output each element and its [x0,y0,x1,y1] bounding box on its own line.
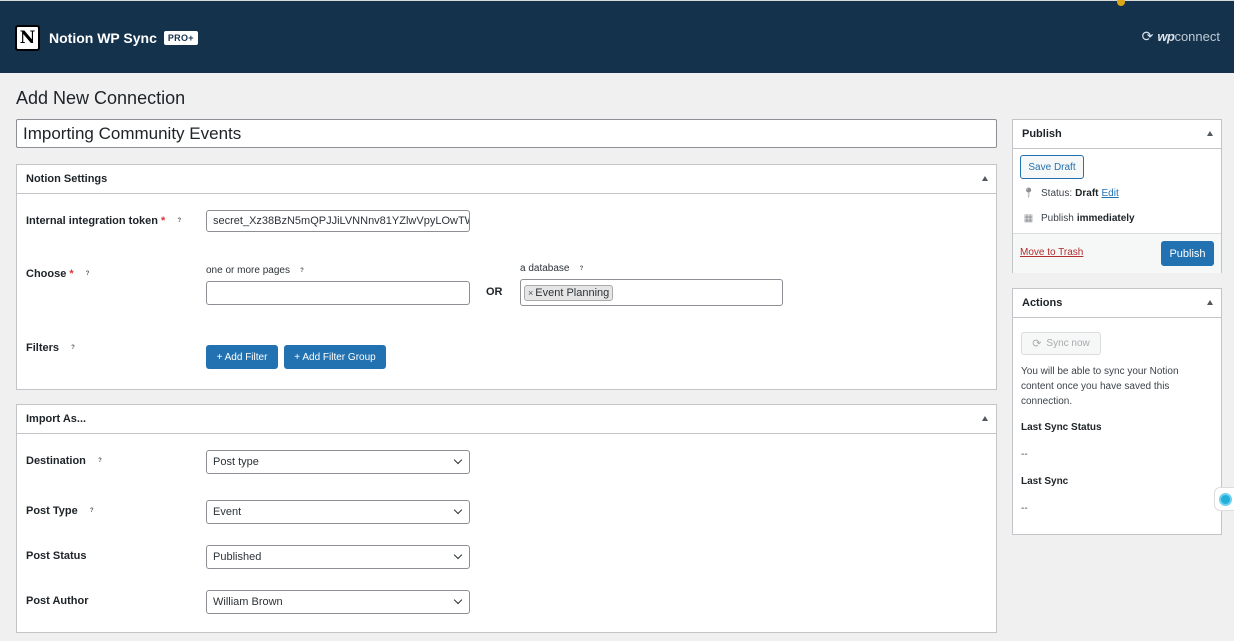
destination-value: Post type [213,456,259,468]
collapse-arrow-icon[interactable] [982,176,988,181]
required-mark: * [161,215,166,227]
status-line: 📍︎ Status: Draft Edit [1022,188,1119,199]
destination-label-text: Destination [26,455,86,467]
post-type-select[interactable]: Event [206,500,470,524]
wpconnect-logo[interactable]: ⟳ wp connect [1142,28,1220,45]
status-value: Draft [1075,188,1099,199]
chevron-down-icon [453,595,463,605]
collapse-arrow-icon[interactable] [1207,300,1213,305]
notion-settings-title: Notion Settings [26,173,108,185]
help-icon[interactable]: ? [577,264,587,274]
database-label: a database ? [520,263,587,274]
actions-header[interactable]: Actions [1013,289,1221,318]
publish-schedule-value: immediately [1076,213,1135,224]
or-separator: OR [486,286,503,298]
token-label: Internal integration token * ? [26,215,184,227]
post-status-value: Published [213,551,262,563]
post-status-label-text: Post Status [26,550,87,562]
page-title: Add New Connection [16,88,186,108]
brand: N Notion WP Sync PRO+ [15,25,198,51]
post-author-select[interactable]: William Brown [206,590,470,614]
help-icon[interactable]: ? [87,506,97,516]
remove-tag-icon[interactable]: × [528,288,533,298]
help-icon[interactable]: ? [95,456,105,466]
required-mark: * [69,268,74,280]
chevron-down-icon [453,455,463,465]
chevron-down-icon [453,550,463,560]
app-name: Notion WP Sync [49,30,157,46]
import-as-box: Import As... Destination ? Post type Pos… [16,404,997,633]
move-to-trash-link[interactable]: Move to Trash [1020,247,1083,258]
sync-icon: ⟳ [1141,28,1154,44]
chat-widget-icon [1219,493,1232,506]
database-label-text: a database [520,263,570,274]
publish-schedule-label: Publish [1041,213,1074,224]
actions-title: Actions [1022,297,1063,309]
sync-now-label: Sync now [1046,338,1090,349]
collapse-arrow-icon[interactable] [982,416,988,421]
import-as-title: Import As... [26,413,87,425]
add-filter-button[interactable]: + Add Filter [206,345,278,369]
chat-widget[interactable] [1214,487,1234,511]
wpconnect-connect: connect [1174,29,1220,44]
actions-box: Actions ⟳ Sync now You will be able to s… [1012,288,1222,535]
pin-icon: 📍︎ [1022,188,1035,199]
pages-label-text: one or more pages [206,265,290,276]
post-author-label-text: Post Author [26,595,89,607]
pages-input[interactable] [206,281,470,305]
filters-label-text: Filters [26,342,60,354]
publish-schedule-line: ▦ Publish immediately [1022,213,1135,224]
add-filter-group-button[interactable]: + Add Filter Group [284,345,386,369]
notion-logo-icon: N [15,25,40,51]
pro-badge: PRO+ [163,31,198,45]
post-author-label: Post Author [26,595,89,607]
collapse-arrow-icon[interactable] [1207,131,1213,136]
publish-title: Publish [1022,128,1062,140]
help-icon[interactable]: ? [297,266,307,276]
last-sync-status-label: Last Sync Status [1021,422,1102,433]
token-input[interactable]: secret_Xz38BzN5mQPJJiLVNNnv81YZlwVpyLOwT… [206,210,470,232]
publish-box: Publish Save Draft 📍︎ Status: Draft Edit… [1012,119,1222,273]
publish-button[interactable]: Publish [1161,241,1214,266]
help-icon[interactable]: ? [83,269,93,279]
edit-status-link[interactable]: Edit [1101,188,1118,199]
calendar-icon: ▦ [1023,213,1034,224]
last-sync-value: -- [1021,503,1028,514]
last-sync-status-value: -- [1021,449,1028,460]
publish-footer: Move to Trash Publish [1013,233,1221,273]
sync-icon: ⟳ [1032,338,1042,350]
database-tag-label: Event Planning [535,286,610,299]
wpconnect-wp: wp [1157,29,1175,44]
choose-label-text: Choose [26,268,67,280]
filters-label: Filters ? [26,342,78,354]
destination-select[interactable]: Post type [206,450,470,474]
chevron-down-icon [453,505,463,515]
save-draft-button[interactable]: Save Draft [1020,155,1084,179]
post-status-label: Post Status [26,550,87,562]
top-bar: N Notion WP Sync PRO+ ⟳ wp connect [0,0,1234,73]
sync-note: You will be able to sync your Notion con… [1021,366,1179,407]
notification-dot [1117,0,1125,6]
help-icon[interactable]: ? [174,216,184,226]
pages-label: one or more pages ? [206,265,307,276]
sync-now-button[interactable]: ⟳ Sync now [1021,332,1101,355]
database-tag[interactable]: × Event Planning [524,284,614,301]
post-type-label: Post Type ? [26,505,97,517]
notion-settings-box: Notion Settings Internal integration tok… [16,164,997,390]
connection-title-input[interactable] [16,119,997,148]
help-icon[interactable]: ? [68,343,78,353]
notion-settings-header[interactable]: Notion Settings [17,165,996,194]
publish-header[interactable]: Publish [1013,120,1221,149]
import-as-header[interactable]: Import As... [17,405,996,434]
post-type-label-text: Post Type [26,505,78,517]
status-label: Status: [1041,188,1073,199]
post-status-select[interactable]: Published [206,545,470,569]
token-label-text: Internal integration token [26,215,159,227]
post-author-value: William Brown [213,596,283,608]
choose-label: Choose * ? [26,268,93,280]
last-sync-label: Last Sync [1021,476,1069,487]
destination-label: Destination ? [26,455,105,467]
post-type-value: Event [213,506,242,518]
database-select[interactable]: × Event Planning [520,279,783,306]
